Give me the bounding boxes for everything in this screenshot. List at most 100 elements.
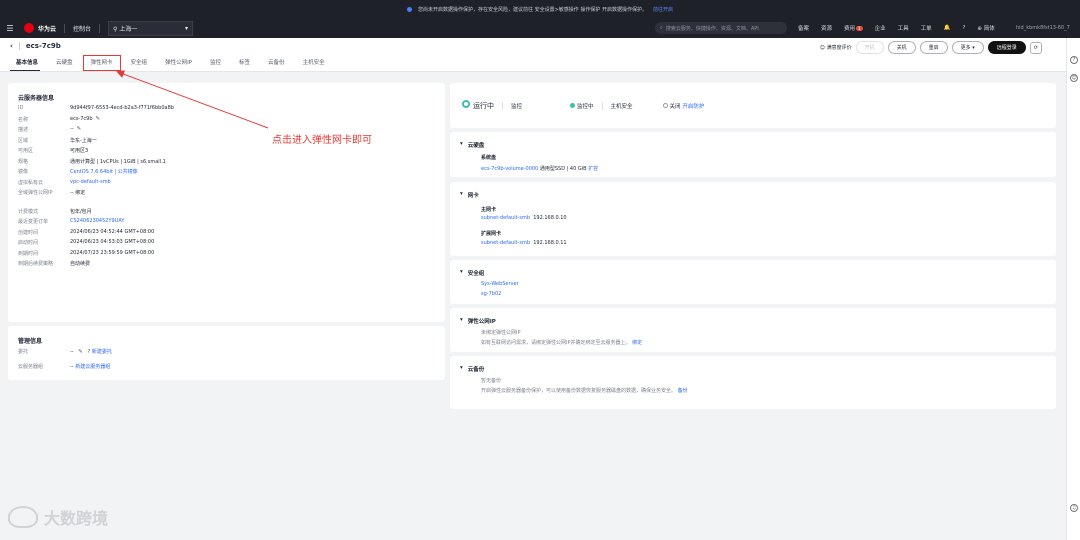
tab-monitor[interactable]: 监控: [202, 55, 229, 71]
tab-tags[interactable]: 标签: [231, 55, 258, 71]
primary-subnet-link[interactable]: subnet-default-smb: [481, 215, 530, 221]
headset-icon[interactable]: ♫: [1070, 504, 1078, 512]
ext-nic-label: 扩展网卡: [481, 231, 502, 237]
eip-hint: 如有互联网访问需求，请绑定弹性公网IP并确定绑定至云服务器上。 绑定: [481, 340, 643, 346]
nav-enterprise[interactable]: 企业: [875, 24, 886, 32]
banner-link[interactable]: 前往开启: [653, 6, 673, 13]
secgroup-link[interactable]: Sys-WebServer: [481, 281, 519, 287]
info-key: 到期时间: [18, 250, 39, 257]
back-icon[interactable]: ‹: [10, 42, 13, 50]
tab-hss[interactable]: 主机安全: [295, 55, 333, 71]
info-key: 启动时间: [18, 240, 39, 246]
edit-icon[interactable]: ✎: [96, 116, 101, 123]
tab-basic-info[interactable]: 基本信息: [8, 55, 46, 71]
create-agency-link[interactable]: 新建委托: [92, 349, 112, 355]
region-label: 上海一: [119, 25, 138, 33]
collapse-icon[interactable]: ▾: [460, 317, 463, 325]
collapse-icon[interactable]: ▾: [460, 141, 463, 149]
secgroup-section: ▾ 安全组 Sys-WebServer sg-7b02: [450, 260, 1056, 304]
info-value[interactable]: vpc-default-smb: [70, 179, 111, 186]
nav-fee[interactable]: 费用 1: [844, 24, 863, 32]
detail-tabs: 基本信息 云硬盘 弹性网卡 安全组 弹性公网IP 监控 标签 云备份 主机安全: [8, 55, 335, 71]
info-row: 最近变更订单 CS2406230452Y9UAY: [18, 218, 124, 225]
ext-subnet-link[interactable]: subnet-default-smb: [481, 240, 530, 246]
info-value: 2024/07/23 23:59:59 GMT+08:00: [70, 249, 155, 256]
backup-link[interactable]: 备份: [678, 388, 688, 394]
info-key: 全域弹性公网IP: [18, 190, 53, 196]
refresh-icon[interactable]: ⟳: [1029, 41, 1042, 54]
bell-icon[interactable]: 🔔: [944, 25, 951, 31]
nav-ticket[interactable]: 工单: [921, 24, 932, 32]
disk-section: ▾ 云硬盘 系统盘 ecs-7c9b-volume-0000 通用型SSD | 4…: [450, 132, 1056, 177]
info-value[interactable]: CS2406230452Y9UAY: [70, 218, 124, 225]
power-off-button[interactable]: 关机: [887, 41, 916, 54]
collapse-icon[interactable]: ▾: [460, 191, 463, 199]
collapse-icon[interactable]: ▾: [460, 269, 463, 277]
create-group-link[interactable]: 新建云服务器组: [75, 364, 110, 370]
eip-section: ▾ 弹性公网IP 未绑定弹性公网IP 如有互联网访问需求，请绑定弹性公网IP并确定…: [450, 308, 1056, 352]
edit-icon[interactable]: ✎: [78, 349, 83, 355]
expand-link[interactable]: 扩容: [588, 166, 598, 172]
info-row: 启动时间 2024/06/23 04:53:03 GMT+08:00: [18, 239, 154, 246]
primary-nic-row: subnet-default-smb 192.168.0.10: [481, 215, 567, 221]
info-row: 到期时间 2024/07/23 23:59:59 GMT+08:00: [18, 250, 154, 257]
info-value: 通用计算型 | 1vCPUs | 1GiB | s6.small.1: [70, 158, 166, 165]
watermark: 大数跨境: [8, 505, 108, 529]
page-header: ‹ ecs-7c9b ☺ 满意度评价 开机 关机 重启 更多 ▾ 远程登录 ⟳ …: [0, 38, 1066, 72]
sys-disk-label: 系统盘: [481, 155, 497, 161]
backup-hint: 开启弹性云服务器备份保护，可以使用备份数据恢复服务器磁盘的数据，确保业务安全。 …: [481, 388, 688, 394]
nav-resource[interactable]: 资源: [821, 24, 832, 32]
power-on-button[interactable]: 开机: [855, 41, 884, 54]
edit-icon[interactable]: ✎: [77, 126, 82, 133]
region-selector[interactable]: ⚲ 上海一 ▾: [108, 20, 194, 36]
brand-logo[interactable]: 华为云: [24, 23, 56, 33]
language-switch[interactable]: ⊕ 简体: [977, 24, 994, 32]
smile-icon[interactable]: ☺: [1070, 74, 1078, 82]
restart-button[interactable]: 重启: [919, 41, 948, 54]
info-row: 描述 -- ✎: [18, 126, 81, 133]
eip-none: 未绑定弹性公网IP: [481, 330, 521, 336]
info-row: 计费模式 包年/包月: [18, 208, 92, 215]
remote-login-button[interactable]: 远程登录: [987, 41, 1026, 54]
question-icon[interactable]: ?: [1070, 56, 1078, 64]
info-key: 最近变更订单: [18, 219, 49, 225]
tab-backup[interactable]: 云备份: [260, 55, 293, 71]
console-link[interactable]: 控制台: [73, 24, 91, 33]
tab-secgroup[interactable]: 安全组: [123, 55, 156, 71]
info-value: 自动续费: [70, 261, 91, 267]
info-key: 名称: [18, 116, 29, 123]
tab-nic[interactable]: 弹性网卡: [82, 55, 121, 71]
info-value: ecs-7c9b: [70, 115, 93, 122]
volume-link[interactable]: ecs-7c9b-volume-0000: [481, 166, 538, 172]
nav-tools[interactable]: 工具: [898, 24, 909, 32]
menu-icon[interactable]: ☰: [0, 24, 20, 33]
info-row: 全域弹性公网IP -- 绑定: [18, 189, 85, 196]
running-status: 运行中: [462, 100, 494, 111]
info-row: 区域 华东-上海一: [18, 137, 97, 144]
info-key: 计费模式: [18, 208, 39, 215]
help-icon[interactable]: ?: [963, 25, 966, 31]
smile-icon: ☺: [819, 45, 825, 51]
account-name[interactable]: hid_kbmk8fst13-60_7: [1016, 18, 1070, 38]
collapse-icon[interactable]: ▾: [460, 365, 463, 373]
tab-eip[interactable]: 弹性公网IP: [157, 55, 200, 71]
nav-beian[interactable]: 备案: [798, 24, 809, 32]
bind-eip-link[interactable]: 绑定: [632, 340, 642, 346]
enable-hss-link[interactable]: 开启防护: [682, 104, 704, 110]
info-row: ID 9d944f97-6553-4ecd-b2a3-f771f6bb0a8b: [18, 105, 174, 111]
backup-section: ▾ 云备份 暂无备份 开启弹性云服务器备份保护，可以使用备份数据恢复服务器磁盘的数…: [450, 356, 1056, 409]
mgmt-info-card: 管理信息 委托 -- ✎ ? 新建委托 云服务器组 -- 新建云服务器组: [8, 326, 445, 380]
info-row: 名称 ecs-7c9b ✎: [18, 116, 100, 123]
more-button[interactable]: 更多 ▾: [951, 41, 984, 54]
security-banner: 您尚未开启数据操作保护，存在安全风险，建议前往 安全设置>敏感操作 操作保护 开…: [0, 0, 1080, 18]
tab-disk[interactable]: 云硬盘: [48, 55, 81, 71]
secgroup-link[interactable]: sg-7b02: [481, 291, 501, 297]
info-key: 描述: [18, 127, 29, 133]
info-value: 可用区3: [70, 148, 89, 154]
feedback-link[interactable]: ☺ 满意度评价: [820, 44, 852, 51]
info-value[interactable]: CentOS 7.6 64bit | 公共镜像: [70, 168, 138, 175]
top-navbar: ☰ 华为云 控制台 ⚲ 上海一 ▾ ⌕ 搜索云服务、快捷操作、资源、文档、API…: [0, 18, 1080, 38]
global-search-input[interactable]: ⌕ 搜索云服务、快捷操作、资源、文档、API: [655, 22, 787, 34]
info-key: 镜像: [18, 169, 29, 175]
info-value: 2024/06/23 04:52:44 GMT+08:00: [70, 228, 155, 235]
